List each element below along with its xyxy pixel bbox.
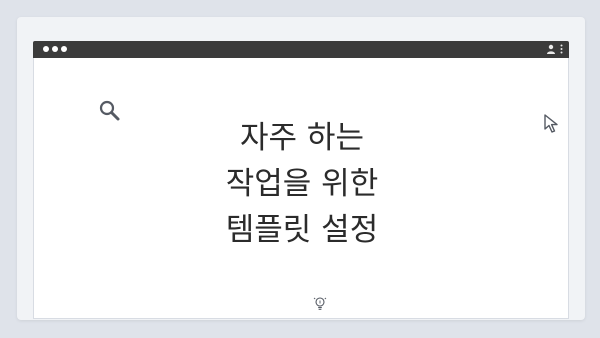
- slide-content: 자주 하는 작업을 위한 템플릿 설정: [33, 58, 569, 319]
- minimize-dot-icon[interactable]: [52, 46, 58, 52]
- close-dot-icon[interactable]: [43, 46, 49, 52]
- maximize-dot-icon[interactable]: [61, 46, 67, 52]
- browser-titlebar: [33, 41, 569, 58]
- window-controls: [43, 46, 67, 52]
- slide-stage: 자주 하는 작업을 위한 템플릿 설정: [0, 0, 600, 338]
- user-icon[interactable]: [546, 43, 556, 55]
- slide-headline: 자주 하는 작업을 위한 템플릿 설정: [34, 115, 570, 253]
- headline-line-3: 템플릿 설정: [225, 212, 379, 248]
- lightbulb-icon: [313, 297, 327, 310]
- titlebar-controls: [546, 43, 563, 55]
- headline-line-1: 자주 하는: [240, 120, 364, 156]
- browser-window: 자주 하는 작업을 위한 템플릿 설정: [17, 17, 585, 320]
- headline-line-2: 작업을 위한: [225, 166, 379, 202]
- cursor-arrow-icon: [544, 114, 558, 133]
- kebab-menu-icon[interactable]: [560, 43, 563, 55]
